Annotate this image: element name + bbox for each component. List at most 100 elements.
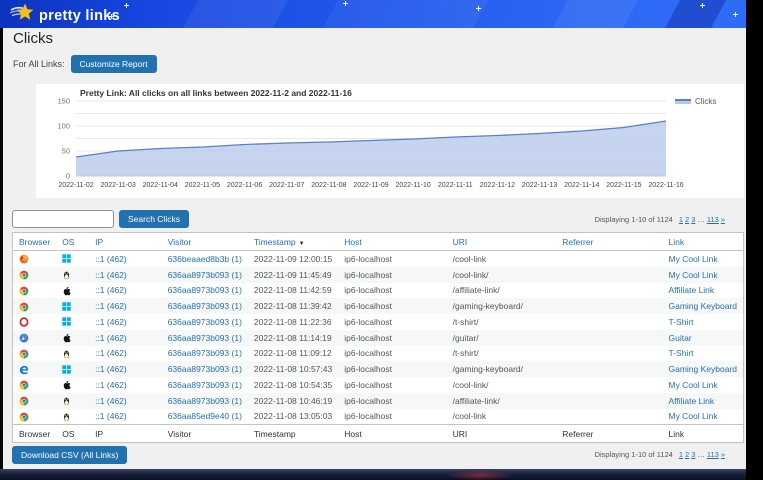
host-cell: ip6-localhost [338, 283, 446, 299]
browser-cell [13, 330, 57, 346]
link-cell[interactable]: Gaming Keyboard [662, 298, 743, 314]
column-header-timestamp[interactable]: Timestamp▼ [248, 233, 338, 251]
visitor-cell[interactable]: 636aa8973b093 (1) [162, 377, 248, 393]
timestamp-cell: 2022-11-08 11:39:42 [248, 298, 338, 314]
ip-cell[interactable]: ::1 (462) [89, 314, 162, 330]
pagination-page-link[interactable]: 113 [707, 450, 719, 459]
link-cell[interactable]: My Cool Link [662, 377, 743, 393]
link-cell[interactable]: T-Shirt [662, 314, 743, 330]
column-header-os[interactable]: OS [56, 233, 89, 251]
pagination-page-link[interactable]: 3 [691, 215, 695, 224]
browser-cell [13, 251, 57, 267]
column-header-visitor[interactable]: Visitor [162, 233, 248, 251]
svg-text:2022-11-16: 2022-11-16 [648, 182, 683, 189]
sparkle-icon [700, 3, 705, 8]
link-cell[interactable]: Affiliate Link [662, 393, 743, 409]
customize-report-button[interactable]: Customize Report [71, 55, 157, 73]
link-cell[interactable]: Gaming Keyboard [662, 361, 743, 377]
column-header-uri[interactable]: URI [447, 233, 557, 251]
pagination-page-link[interactable]: 113 [707, 215, 719, 224]
svg-text:2022-11-15: 2022-11-15 [606, 182, 641, 189]
svg-text:2022-11-06: 2022-11-06 [227, 182, 262, 189]
search-input[interactable] [12, 210, 114, 228]
browser-cell [13, 393, 57, 409]
svg-text:2022-11-08: 2022-11-08 [311, 182, 346, 189]
ip-cell[interactable]: ::1 (462) [89, 267, 162, 283]
legend-label: Clicks [695, 97, 716, 106]
svg-text:2022-11-02: 2022-11-02 [58, 182, 93, 189]
column-header-host[interactable]: Host [338, 233, 446, 251]
visitor-cell[interactable]: 636aa8973b093 (1) [162, 361, 248, 377]
apple-icon [62, 380, 72, 390]
os-cell [56, 314, 89, 330]
svg-text:2022-11-04: 2022-11-04 [143, 182, 178, 189]
ip-cell[interactable]: ::1 (462) [89, 393, 162, 409]
chrome-icon [19, 396, 29, 406]
host-cell: ip6-localhost [338, 409, 446, 425]
pagination-page-link[interactable]: » [721, 450, 725, 459]
timestamp-cell: 2022-11-08 10:54:35 [248, 377, 338, 393]
visitor-cell[interactable]: 636aa8973b093 (1) [162, 393, 248, 409]
admin-page: pretty links Clicks For All Links: Custo… [0, 0, 746, 469]
ip-cell[interactable]: ::1 (462) [89, 251, 162, 267]
link-cell[interactable]: My Cool Link [662, 267, 743, 283]
apple-icon [62, 333, 72, 343]
pagination-page-link[interactable]: » [721, 215, 725, 224]
banner-streak [547, 0, 644, 28]
pretty-links-banner: pretty links [0, 0, 746, 28]
chrome-icon [19, 412, 29, 422]
link-cell[interactable]: T-Shirt [662, 346, 743, 362]
link-cell[interactable]: Guitar [662, 330, 743, 346]
visitor-cell[interactable]: 636aa8973b093 (1) [162, 298, 248, 314]
ip-cell[interactable]: ::1 (462) [89, 298, 162, 314]
ip-cell[interactable]: ::1 (462) [89, 283, 162, 299]
linux-icon [62, 396, 72, 406]
visitor-cell[interactable]: 636aa8973b093 (1) [162, 283, 248, 299]
column-header-ip[interactable]: IP [89, 233, 162, 251]
ip-cell[interactable]: ::1 (462) [89, 409, 162, 425]
os-cell [56, 267, 89, 283]
search-clicks-button[interactable]: Search Clicks [119, 210, 189, 228]
visitor-cell[interactable]: 636beaaed8b3b (1) [162, 251, 248, 267]
link-cell[interactable]: My Cool Link [662, 409, 743, 425]
screen-edge-left [0, 28, 3, 469]
ip-cell[interactable]: ::1 (462) [89, 330, 162, 346]
pagination-page-link[interactable]: 1 [679, 450, 683, 459]
click-row: ::1 (462)636aa8973b093 (1)2022-11-08 10:… [13, 377, 744, 393]
ip-cell[interactable]: ::1 (462) [89, 377, 162, 393]
pagination-page-link[interactable]: 3 [691, 450, 695, 459]
pretty-links-star-icon [10, 3, 34, 28]
host-cell: ip6-localhost [338, 361, 446, 377]
os-cell [56, 393, 89, 409]
column-header-referrer[interactable]: Referrer [556, 233, 662, 251]
visitor-cell[interactable]: 636aa8973b093 (1) [162, 346, 248, 362]
timestamp-cell: 2022-11-09 11:45:49 [248, 267, 338, 283]
ip-cell[interactable]: ::1 (462) [89, 361, 162, 377]
uri-cell: /cool-link/ [447, 267, 557, 283]
host-cell: ip6-localhost [338, 251, 446, 267]
browser-cell [13, 377, 57, 393]
visitor-cell[interactable]: 636aa8973b093 (1) [162, 330, 248, 346]
visitor-cell[interactable]: 636aa8973b093 (1) [162, 314, 248, 330]
link-cell[interactable]: My Cool Link [662, 251, 743, 267]
pagination-page-link[interactable]: 1 [679, 215, 683, 224]
visitor-cell[interactable]: 636aa8973b093 (1) [162, 267, 248, 283]
link-cell[interactable]: Affiliate Link [662, 283, 743, 299]
visitor-cell[interactable]: 636aa85ed9e40 (1) [162, 409, 248, 425]
linux-icon [62, 270, 72, 280]
timestamp-cell: 2022-11-08 10:57:43 [248, 361, 338, 377]
pagination-page-link[interactable]: 2 [685, 215, 689, 224]
pagination-links: 123…113» [677, 450, 725, 459]
search-row: Search Clicks [12, 210, 189, 228]
column-header-link[interactable]: Link [662, 233, 743, 251]
column-header-browser[interactable]: Browser [13, 233, 57, 251]
sparkle-icon [476, 6, 481, 11]
timestamp-cell: 2022-11-08 11:42:59 [248, 283, 338, 299]
ip-cell[interactable]: ::1 (462) [89, 346, 162, 362]
chrome-icon [19, 286, 29, 296]
chart-legend: Clicks [675, 97, 716, 106]
download-csv-button[interactable]: Download CSV (All Links) [12, 446, 127, 464]
pagination-top: Displaying 1-10 of 1124123…113» [595, 215, 725, 224]
pagination-page-link[interactable]: 2 [685, 450, 689, 459]
referrer-cell [556, 361, 662, 377]
